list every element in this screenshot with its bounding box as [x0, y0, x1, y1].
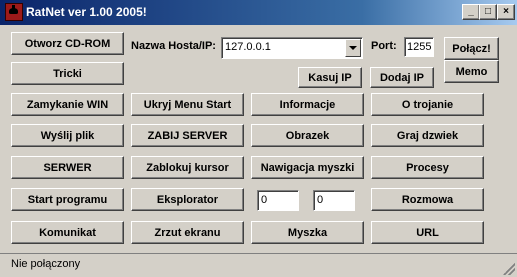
ukryj-menu-start-button[interactable]: Ukryj Menu Start — [131, 93, 244, 116]
chevron-down-icon[interactable] — [345, 39, 361, 57]
title-bar: RatNet ver 1.00 2005! _ □ × — [0, 0, 517, 25]
start-programu-button[interactable]: Start programu — [11, 188, 124, 211]
host-combobox[interactable]: 127.0.0.1 — [221, 37, 363, 59]
zablokuj-kursor-button[interactable]: Zablokuj kursor — [131, 156, 244, 179]
zamykanie-win-button[interactable]: Zamykanie WIN — [11, 93, 124, 116]
graj-dzwiek-button[interactable]: Graj dzwiek — [371, 124, 484, 147]
serwer-button[interactable]: SERWER — [11, 156, 124, 179]
procesy-button[interactable]: Procesy — [371, 156, 484, 179]
dodaj-ip-button[interactable]: Dodaj IP — [370, 67, 434, 88]
mouse-x-input[interactable]: 0 — [257, 190, 299, 211]
app-icon — [5, 3, 23, 21]
komunikat-button[interactable]: Komunikat — [11, 221, 124, 244]
mouse-y-input[interactable]: 0 — [313, 190, 355, 211]
eksplorator-button[interactable]: Eksplorator — [131, 188, 244, 211]
informacje-button[interactable]: Informacje — [251, 93, 364, 116]
port-input[interactable]: 1255 — [404, 37, 434, 57]
resize-grip-icon[interactable] — [503, 263, 515, 275]
maximize-button[interactable]: □ — [479, 4, 497, 20]
window-title: RatNet ver 1.00 2005! — [26, 5, 147, 19]
otworz-cdrom-button[interactable]: Otworz CD-ROM — [11, 32, 124, 55]
zabij-server-button[interactable]: ZABIJ SERVER — [131, 124, 244, 147]
o-trojanie-button[interactable]: O trojanie — [371, 93, 484, 116]
host-value: 127.0.0.1 — [225, 41, 271, 53]
kasuj-ip-button[interactable]: Kasuj IP — [298, 67, 362, 88]
minimize-button[interactable]: _ — [462, 4, 480, 20]
nawigacja-myszki-button[interactable]: Nawigacja myszki — [251, 156, 364, 179]
wyslij-plik-button[interactable]: Wyślij plik — [11, 124, 124, 147]
close-button[interactable]: × — [497, 4, 515, 20]
url-button[interactable]: URL — [371, 221, 484, 244]
zrzut-ekranu-button[interactable]: Zrzut ekranu — [131, 221, 244, 244]
status-text: Nie połączony — [11, 258, 81, 270]
connect-button[interactable]: Połącz! — [444, 37, 499, 60]
rozmowa-button[interactable]: Rozmowa — [371, 188, 484, 211]
tricki-button[interactable]: Tricki — [11, 62, 124, 85]
status-bar: Nie połączony — [0, 253, 517, 277]
memo-button[interactable]: Memo — [444, 60, 499, 83]
port-label: Port: — [371, 40, 397, 52]
myszka-button[interactable]: Myszka — [251, 221, 364, 244]
host-label: Nazwa Hosta/IP: — [131, 40, 216, 52]
obrazek-button[interactable]: Obrazek — [251, 124, 364, 147]
